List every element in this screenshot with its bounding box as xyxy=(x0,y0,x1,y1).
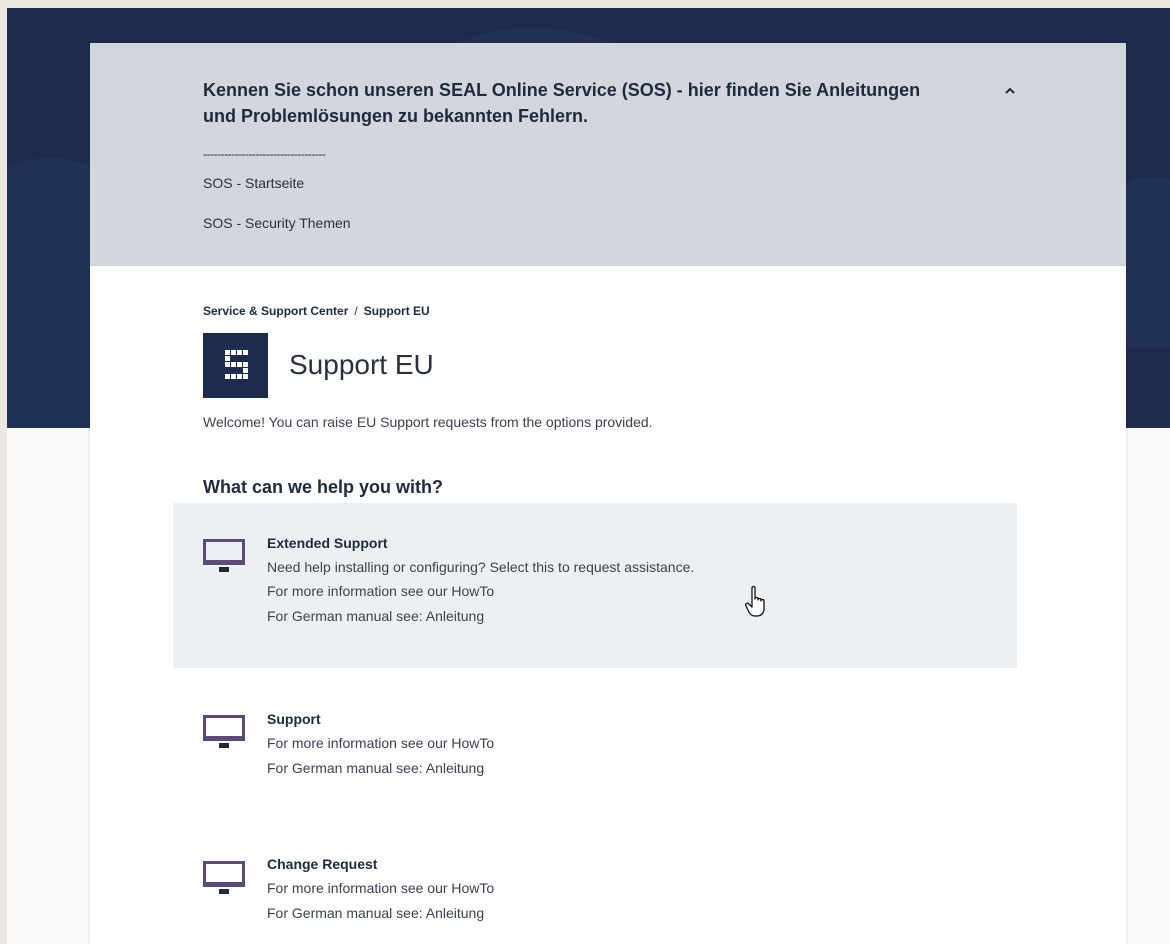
howto-link[interactable]: HowTo xyxy=(451,735,494,751)
page-background: Kennen Sie schon unseren SEAL Online Ser… xyxy=(7,8,1170,944)
option-manual-line: For German manual see: Anleitung xyxy=(267,608,484,624)
option-support[interactable]: Support For more information see our How… xyxy=(173,688,1017,798)
option-manual-line: For German manual see: Anleitung xyxy=(267,760,484,776)
monitor-icon xyxy=(203,539,245,572)
welcome-text: Welcome! You can raise EU Support reques… xyxy=(203,414,653,430)
banner-divider: ----------------------------------- xyxy=(203,147,326,161)
howto-link[interactable]: HowTo xyxy=(451,880,494,896)
section-heading: What can we help you with? xyxy=(203,477,444,497)
option-title: Extended Support xyxy=(267,535,388,551)
option-extended-support[interactable]: Extended Support Need help installing or… xyxy=(173,503,1017,668)
anleitung-link[interactable]: Anleitung xyxy=(426,608,484,624)
option-change-request[interactable]: Change Request For more information see … xyxy=(173,833,1017,943)
breadcrumb-separator: / xyxy=(354,304,358,318)
page-title: Support EU xyxy=(289,349,434,380)
option-title: Support xyxy=(267,711,321,727)
seal-logo-icon xyxy=(203,333,268,398)
manual-prefix: For German manual see: xyxy=(267,905,426,921)
hand-cursor-icon xyxy=(745,585,765,617)
option-howto-line: For more information see our HowTo xyxy=(267,880,494,896)
howto-prefix: For more information see our xyxy=(267,880,452,896)
main-card: Kennen Sie schon unseren SEAL Online Ser… xyxy=(90,43,1126,944)
sos-security-link[interactable]: SOS - Security Themen xyxy=(203,215,351,231)
breadcrumb-support-eu[interactable]: Support EU xyxy=(364,304,430,318)
option-howto-line: For more information see our HowTo xyxy=(267,735,494,751)
option-title: Change Request xyxy=(267,856,378,872)
howto-prefix: For more information see our xyxy=(267,735,452,751)
manual-prefix: For German manual see: xyxy=(267,608,426,624)
howto-link[interactable]: HowTo xyxy=(451,583,494,599)
option-description: Need help installing or configuring? Sel… xyxy=(267,559,695,575)
sos-startseite-link[interactable]: SOS - Startseite xyxy=(203,175,304,191)
monitor-icon xyxy=(203,861,245,894)
monitor-icon xyxy=(203,715,245,748)
howto-prefix: For more information see our xyxy=(267,583,452,599)
chevron-up-icon xyxy=(1005,87,1015,94)
collapse-button[interactable] xyxy=(995,77,1025,103)
banner-title: Kennen Sie schon unseren SEAL Online Ser… xyxy=(203,80,921,126)
breadcrumb: Service & Support Center / Support EU xyxy=(203,304,430,318)
manual-prefix: For German manual see: xyxy=(267,760,426,776)
option-manual-line: For German manual see: Anleitung xyxy=(267,905,484,921)
breadcrumb-service-center[interactable]: Service & Support Center xyxy=(203,304,348,318)
option-howto-line: For more information see our HowTo xyxy=(267,583,494,599)
sos-banner: Kennen Sie schon unseren SEAL Online Ser… xyxy=(90,43,1126,266)
anleitung-link[interactable]: Anleitung xyxy=(426,905,484,921)
anleitung-link[interactable]: Anleitung xyxy=(426,760,484,776)
